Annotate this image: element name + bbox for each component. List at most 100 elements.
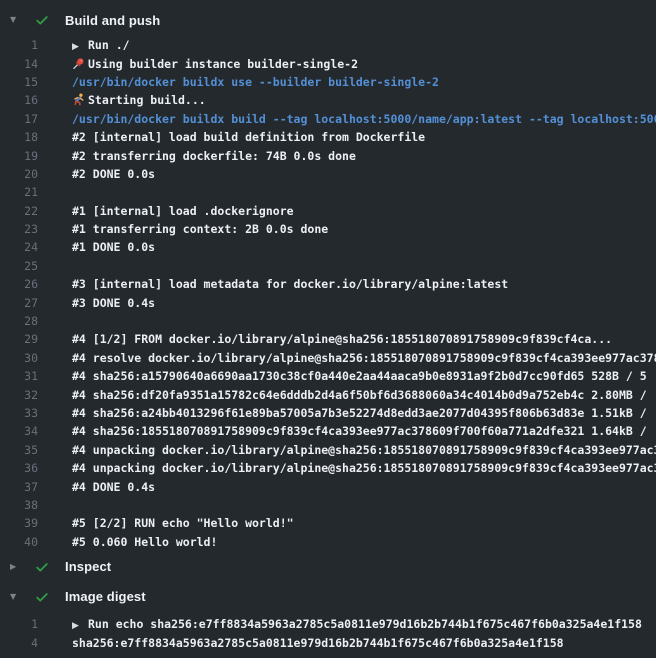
line-number[interactable]: 30: [0, 351, 38, 365]
log-line: 32 #4 sha256:df20fa9351a15782c64e6dddb2d…: [0, 385, 656, 403]
line-number[interactable]: 33: [0, 406, 38, 420]
line-content: #2 [internal] load build definition from…: [72, 130, 425, 144]
section-header[interactable]: ▼ Image digest: [0, 585, 656, 609]
line-number[interactable]: 39: [0, 516, 38, 530]
log-line: 1 ▶Run ./: [0, 36, 656, 54]
log-line: 24 #1 DONE 0.0s: [0, 238, 656, 256]
line-text: #5 [2/2] RUN echo "Hello world!": [72, 516, 294, 530]
line-number[interactable]: 17: [0, 112, 38, 126]
pushpin-icon: [72, 57, 88, 71]
log-line: 22 #1 [internal] load .dockerignore: [0, 202, 656, 220]
line-number[interactable]: 21: [0, 185, 38, 199]
log-line: 36 #4 unpacking docker.io/library/alpine…: [0, 459, 656, 477]
runner-icon: [72, 93, 88, 107]
line-number[interactable]: 16: [0, 93, 38, 107]
line-content: #3 DONE 0.4s: [72, 296, 155, 310]
line-text: #4 unpacking docker.io/library/alpine@sh…: [72, 461, 656, 475]
line-number[interactable]: 14: [0, 57, 38, 71]
line-number[interactable]: 28: [0, 314, 38, 328]
line-number[interactable]: 24: [0, 240, 38, 254]
line-content: #2 DONE 0.0s: [72, 167, 155, 181]
line-text: #4 resolve docker.io/library/alpine@sha2…: [72, 351, 656, 365]
line-number[interactable]: 35: [0, 443, 38, 457]
line-content: Run echo sha256:e7ff8834a5963a2785c5a081…: [88, 617, 642, 631]
log-line: 27 #3 DONE 0.4s: [0, 293, 656, 311]
section-header[interactable]: ▼ Build and push: [0, 8, 656, 32]
line-number[interactable]: 19: [0, 149, 38, 163]
line-number[interactable]: 25: [0, 259, 38, 273]
line-text: ▶Run ./: [72, 38, 130, 52]
section-lines: 1 ▶Run ./ 14 Using builder instance buil…: [0, 36, 656, 551]
log-line: 39 #5 [2/2] RUN echo "Hello world!": [0, 514, 656, 532]
line-content: #1 transferring context: 2B 0.0s done: [72, 222, 328, 236]
line-text: #1 transferring context: 2B 0.0s done: [72, 222, 328, 236]
log-section-inspect: ▶ Inspect: [0, 555, 656, 579]
log-line: 28: [0, 312, 656, 330]
line-number[interactable]: 26: [0, 277, 38, 291]
line-number[interactable]: 36: [0, 461, 38, 475]
log-line: 16 Starting build...: [0, 91, 656, 109]
section-lines: 1 ▶Run echo sha256:e7ff8834a5963a2785c5a…: [0, 615, 656, 652]
log-line: 14 Using builder instance builder-single…: [0, 54, 656, 72]
line-text: #1 DONE 0.0s: [72, 240, 155, 254]
section-header[interactable]: ▶ Inspect: [0, 555, 656, 579]
section-title: Image digest: [65, 589, 146, 604]
line-number[interactable]: 15: [0, 75, 38, 89]
log-viewer: ▼ Build and push 1 ▶Run ./ 14 Using buil…: [0, 0, 656, 652]
line-content: #2 transferring dockerfile: 74B 0.0s don…: [72, 149, 356, 163]
section-title: Inspect: [65, 559, 111, 574]
run-toggle-icon[interactable]: ▶: [72, 621, 88, 631]
line-content: Using builder instance builder-single-2: [88, 57, 358, 71]
line-content: #4 unpacking docker.io/library/alpine@sh…: [72, 461, 656, 475]
line-text: sha256:e7ff8834a5963a2785c5a0811e979d16b…: [72, 636, 564, 650]
log-line: 29 #4 [1/2] FROM docker.io/library/alpin…: [0, 330, 656, 348]
check-icon: [35, 590, 49, 604]
line-text: #4 DONE 0.4s: [72, 480, 155, 494]
run-toggle-icon[interactable]: ▶: [72, 42, 88, 52]
line-content: #3 [internal] load metadata for docker.i…: [72, 277, 508, 291]
line-number[interactable]: 29: [0, 332, 38, 346]
log-line: 23 #1 transferring context: 2B 0.0s done: [0, 220, 656, 238]
line-number[interactable]: 40: [0, 535, 38, 549]
log-line: 1 ▶Run echo sha256:e7ff8834a5963a2785c5a…: [0, 615, 656, 633]
line-number[interactable]: 38: [0, 498, 38, 512]
line-number[interactable]: 22: [0, 204, 38, 218]
line-text: Using builder instance builder-single-2: [72, 57, 358, 71]
line-number[interactable]: 31: [0, 369, 38, 383]
log-line: 30 #4 resolve docker.io/library/alpine@s…: [0, 349, 656, 367]
chevron-right-icon: ▶: [10, 563, 20, 571]
line-number[interactable]: 4: [0, 636, 38, 650]
log-section-build-and-push: ▼ Build and push 1 ▶Run ./ 14 Using buil…: [0, 8, 656, 551]
line-text: ▶Run echo sha256:e7ff8834a5963a2785c5a08…: [72, 617, 642, 631]
log-line: 17 /usr/bin/docker buildx build --tag lo…: [0, 110, 656, 128]
line-number[interactable]: 1: [0, 617, 38, 631]
line-text: #1 [internal] load .dockerignore: [72, 204, 294, 218]
line-content: #1 [internal] load .dockerignore: [72, 204, 294, 218]
line-text: #4 unpacking docker.io/library/alpine@sh…: [72, 443, 656, 457]
line-number[interactable]: 18: [0, 130, 38, 144]
line-content: #4 sha256:a15790640a6690aa1730c38cf0a440…: [72, 369, 647, 383]
line-number[interactable]: 23: [0, 222, 38, 236]
line-text: #3 DONE 0.4s: [72, 296, 155, 310]
log-line: 19 #2 transferring dockerfile: 74B 0.0s …: [0, 146, 656, 164]
line-text: #2 transferring dockerfile: 74B 0.0s don…: [72, 149, 356, 163]
section-title: Build and push: [65, 13, 160, 28]
line-number[interactable]: 37: [0, 480, 38, 494]
line-text: #4 [1/2] FROM docker.io/library/alpine@s…: [72, 332, 612, 346]
line-text: Starting build...: [72, 93, 206, 107]
line-number[interactable]: 32: [0, 388, 38, 402]
line-text: #4 sha256:185518070891758909c9f839cf4ca3…: [72, 424, 647, 438]
line-text: #3 [internal] load metadata for docker.i…: [72, 277, 508, 291]
line-content: sha256:e7ff8834a5963a2785c5a0811e979d16b…: [72, 636, 564, 650]
line-content: #5 0.060 Hello world!: [72, 535, 217, 549]
line-text: #4 sha256:a15790640a6690aa1730c38cf0a440…: [72, 369, 647, 383]
log-line: 38: [0, 496, 656, 514]
check-icon: [35, 560, 49, 574]
line-number[interactable]: 34: [0, 424, 38, 438]
line-number[interactable]: 20: [0, 167, 38, 181]
line-number[interactable]: 27: [0, 296, 38, 310]
log-line: 18 #2 [internal] load build definition f…: [0, 128, 656, 146]
line-number[interactable]: 1: [0, 38, 38, 52]
log-line: 31 #4 sha256:a15790640a6690aa1730c38cf0a…: [0, 367, 656, 385]
line-content: #1 DONE 0.0s: [72, 240, 155, 254]
